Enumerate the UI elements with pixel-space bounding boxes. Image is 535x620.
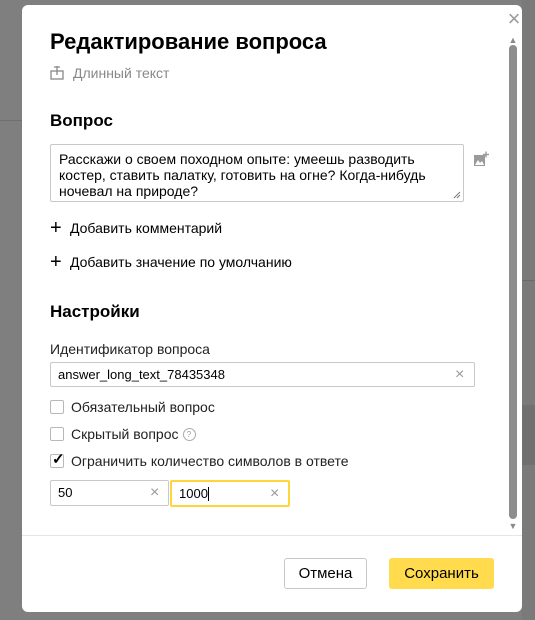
question-id-label: Идентификатор вопроса — [50, 341, 210, 357]
add-default-value-button[interactable]: + Добавить значение по умолчанию — [50, 251, 292, 273]
add-image-icon[interactable] — [473, 151, 489, 167]
close-icon[interactable]: × — [504, 8, 522, 30]
text-cursor — [208, 487, 209, 501]
settings-heading: Настройки — [50, 302, 140, 321]
plus-icon: + — [50, 251, 62, 273]
min-chars-input[interactable]: 50 × — [50, 480, 169, 506]
scroll-up-arrow-icon[interactable]: ▲ — [507, 35, 519, 45]
scroll-down-arrow-icon[interactable]: ▼ — [507, 521, 519, 531]
scrollbar[interactable]: ▲ ▼ — [507, 35, 519, 531]
clear-icon[interactable]: × — [455, 363, 464, 386]
required-checkbox[interactable] — [50, 400, 64, 414]
hidden-checkbox-row[interactable]: Скрытый вопрос ? — [50, 425, 196, 443]
backdrop-divider — [522, 280, 535, 281]
question-id-value: answer_long_text_78435348 — [58, 367, 225, 382]
cancel-button[interactable]: Отмена — [284, 558, 367, 589]
hidden-checkbox[interactable] — [50, 427, 64, 441]
question-type: Длинный текст — [50, 65, 169, 81]
limit-chars-label: Ограничить количество символов в ответе — [71, 453, 349, 469]
add-comment-button[interactable]: + Добавить комментарий — [50, 217, 223, 239]
max-chars-value: 1000 — [179, 486, 208, 501]
resize-handle-icon[interactable] — [453, 191, 461, 199]
checkmark-icon: ✓ — [52, 451, 65, 468]
question-text: Расскажи о своем походном опыте: умеешь … — [59, 151, 430, 199]
question-heading: Вопрос — [50, 111, 113, 130]
save-button[interactable]: Сохранить — [389, 558, 494, 589]
limit-chars-checkbox-row[interactable]: ✓ Ограничить количество символов в ответ… — [50, 451, 349, 470]
max-chars-input[interactable]: 1000 × — [170, 480, 290, 507]
dialog-title: Редактирование вопроса — [50, 29, 327, 54]
limit-chars-checkbox[interactable]: ✓ — [50, 451, 65, 468]
min-chars-value: 50 — [58, 485, 73, 500]
add-default-value-label: Добавить значение по умолчанию — [70, 254, 292, 270]
scrollbar-thumb[interactable] — [509, 45, 517, 519]
question-type-label: Длинный текст — [73, 65, 170, 81]
help-icon[interactable]: ? — [182, 427, 196, 441]
footer-divider — [22, 535, 522, 536]
add-comment-label: Добавить комментарий — [70, 220, 223, 236]
long-text-type-icon — [50, 66, 64, 80]
required-checkbox-row[interactable]: Обязательный вопрос — [50, 398, 215, 416]
plus-icon: + — [50, 217, 62, 239]
clear-icon[interactable]: × — [270, 482, 279, 505]
question-id-input[interactable]: answer_long_text_78435348 × — [50, 362, 475, 387]
hidden-label: Скрытый вопрос — [71, 426, 179, 442]
question-textarea[interactable]: Расскажи о своем походном опыте: умеешь … — [50, 144, 464, 202]
backdrop-right-panel — [522, 0, 535, 620]
clear-icon[interactable]: × — [150, 481, 159, 505]
backdrop-block — [522, 405, 535, 465]
required-label: Обязательный вопрос — [71, 399, 215, 415]
backdrop-divider — [0, 120, 22, 121]
edit-question-dialog: × Редактирование вопроса Длинный текст В… — [22, 5, 522, 612]
